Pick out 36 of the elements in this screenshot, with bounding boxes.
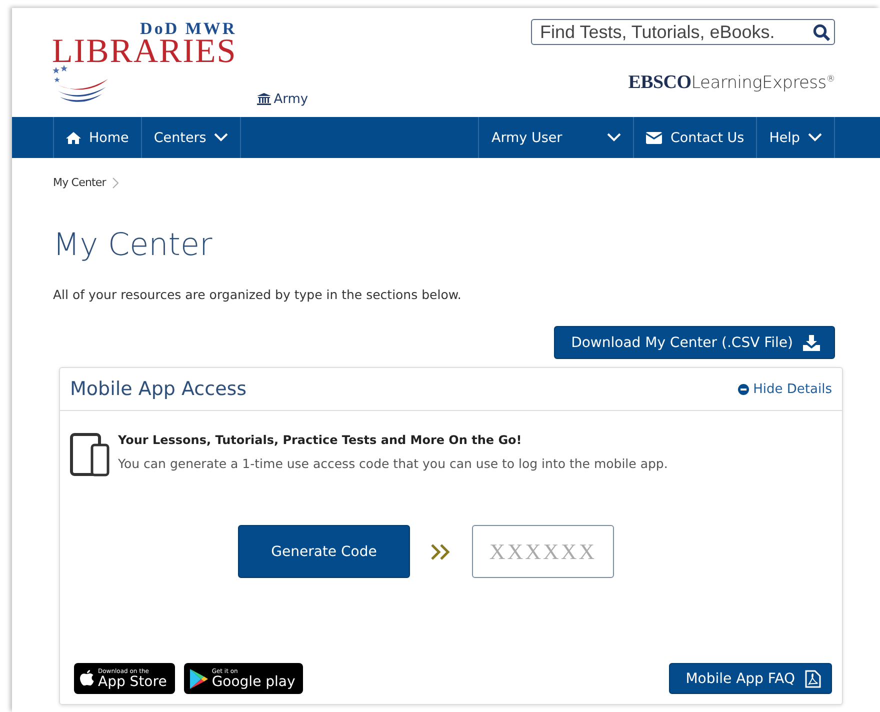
search-icon [813,24,830,40]
faq-button[interactable]: Mobile App FAQ [668,663,832,694]
double-chevron-icon [430,542,452,560]
code-field[interactable]: XXXXXX [472,525,614,578]
minus-circle-icon [738,384,750,394]
panel-title: Mobile App Access [70,378,247,400]
nav-menu[interactable]: Army User [478,117,634,158]
play-icon [190,668,208,688]
caret-icon [607,133,622,142]
breadcrumb-link[interactable]: My Center [53,176,106,189]
panel-description: You can generate a 1-time use access code that you can use to log into the mobile app. [118,456,668,471]
pdf-icon [805,670,821,688]
nav-menu[interactable]: Centers [140,117,242,158]
building-icon [256,93,271,105]
envelope-icon [646,132,662,144]
page-title: My Center [53,227,214,263]
nav-link[interactable]: Contact Us [633,117,756,158]
home-icon [66,132,81,144]
panel-heading: Your Lessons, Tutorials, Practice Tests and More On the Go! [118,433,523,447]
generate-code-button[interactable]: Generate Code [238,525,410,578]
caret-icon [214,133,228,142]
nav-menu[interactable]: Help [756,117,835,158]
intro-text: All of your resources are organized by type in the sections below. [53,287,462,302]
search-field[interactable]: Find Tests, Tutorials, eBooks. [531,19,835,45]
download-icon [803,334,820,350]
caret-icon [808,133,822,142]
chevron-icon [112,176,119,188]
hide-details-link[interactable]: Hide Details [738,382,832,396]
download-button[interactable]: Download My Center (.CSV File) [554,326,835,359]
logo-text: DoD MWR [140,20,237,37]
logo-title: LIBRARIES [52,37,237,67]
branch-label: Army [274,92,308,106]
brand-logo: EBSCOLearningExpress$^{®}$ [628,72,835,94]
apple-icon [80,670,94,687]
nav-link[interactable]: Home [53,117,141,158]
devices-icon [70,433,110,477]
